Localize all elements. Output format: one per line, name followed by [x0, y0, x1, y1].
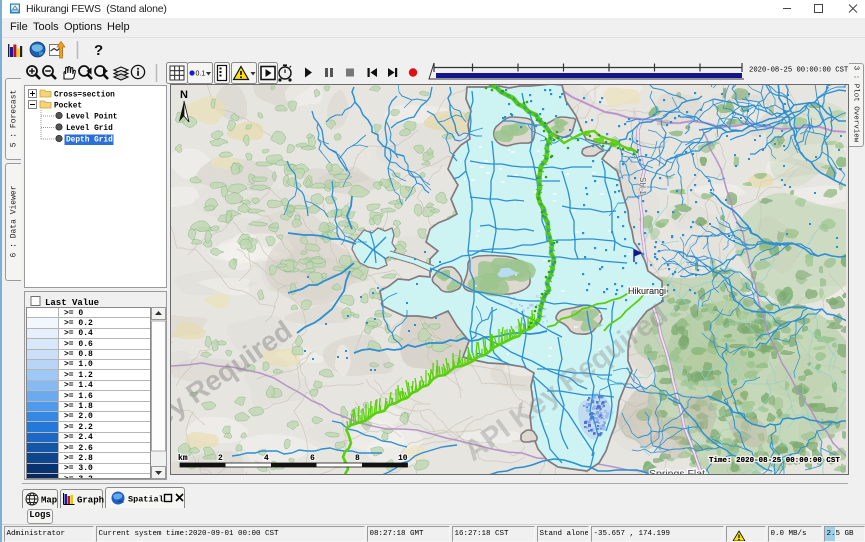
svg-text:Map: Map: [41, 496, 57, 506]
svg-text:Pocket: Pocket: [54, 103, 82, 111]
svg-text:Springs Flat: Springs Flat: [649, 468, 705, 475]
svg-text:SH 1: SH 1: [638, 177, 647, 195]
svg-text:Level Point: Level Point: [66, 114, 117, 122]
svg-text:4: 4: [264, 454, 269, 463]
svg-text:Spatial: Spatial: [128, 495, 164, 505]
svg-text:Hikurangi: Hikurangi: [628, 286, 666, 296]
svg-text:N: N: [180, 89, 188, 101]
svg-text:2: 2: [218, 454, 223, 463]
svg-text:10: 10: [398, 454, 408, 463]
svg-text:Depth Grid: Depth Grid: [66, 137, 113, 145]
svg-text:Level Grid: Level Grid: [66, 125, 113, 133]
svg-text:0.1: 0.1: [196, 71, 206, 78]
svg-text:8: 8: [355, 454, 360, 463]
svg-text:2020-08-25 00:00:00 CST: 2020-08-25 00:00:00 CST: [749, 67, 849, 75]
svg-text:Time: 2020-08-25 00:00:00 CST: Time: 2020-08-25 00:00:00 CST: [709, 457, 840, 465]
svg-text:Cross=section: Cross=section: [54, 92, 115, 100]
svg-text:Graph: Graph: [77, 496, 104, 506]
svg-text:6: 6: [310, 454, 315, 463]
svg-text:km: km: [178, 454, 188, 463]
svg-text:?: ?: [94, 42, 103, 59]
